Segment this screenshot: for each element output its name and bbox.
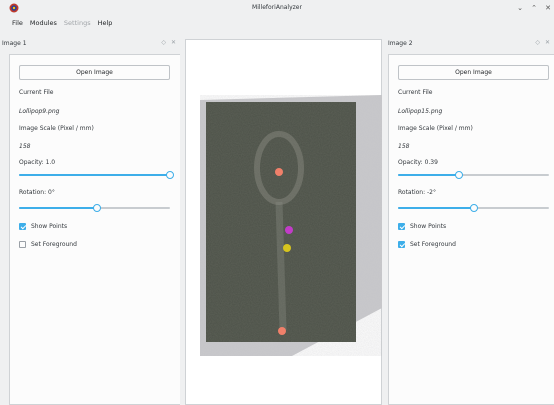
image2-show-points-checkbox[interactable]: Show Points [398,222,446,230]
image1-opacity-handle[interactable] [166,171,174,179]
menu-bar: File Modules Settings Help [0,16,554,30]
image2-rotation-label: Rotation: -2° [398,189,437,196]
image2-open-image-button[interactable]: Open Image [398,65,549,80]
menu-modules[interactable]: Modules [30,19,57,27]
image1-set-foreground-checkbox[interactable]: Set Foreground [19,240,77,248]
window-title: MilleforiAnalyzer [252,4,302,11]
image1-scale-value: 158 [19,143,31,150]
image2-opacity-label: Opacity: 0.39 [398,159,438,166]
checkbox-icon[interactable] [398,222,405,230]
image1-rotation-handle[interactable] [92,204,101,212]
point-marker[interactable] [283,244,291,252]
close-icon[interactable]: ✕ [545,39,550,46]
image2-panel: Open Image Current File Lollipop15.png I… [388,54,554,405]
minimize-icon[interactable]: ⌄ [516,3,524,13]
image2-set-foreground-checkbox[interactable]: Set Foreground [398,240,456,248]
menu-settings: Settings [63,19,91,27]
point-marker[interactable] [285,226,293,234]
image1-dock-buttons: ◇ ✕ [161,39,176,46]
image1-current-file-label: Current File [19,89,54,96]
image1-scale-label: Image Scale (Pixel / mm) [19,125,94,132]
image2-set-foreground-label: Set Foreground [410,240,456,248]
point-marker[interactable] [278,327,286,335]
image1-rotation-label: Rotation: 0° [19,189,55,196]
image1-dock-header: Image 1 ◇ ✕ [0,39,180,50]
image1-dock: Image 1 ◇ ✕ Open Image Current File Loll… [0,37,180,405]
title-bar: MilleforiAnalyzer ⌄ ⌃ ✕ [0,0,554,16]
image2-show-points-label: Show Points [410,222,447,230]
image1-show-points-label: Show Points [31,222,68,230]
image2-dock-buttons: ◇ ✕ [535,39,550,46]
image2-current-file-value: Lollipop15.png [398,108,443,115]
image2-rotation-slider[interactable] [398,204,549,212]
menu-help[interactable]: Help [98,19,113,27]
point-marker[interactable] [275,168,283,176]
image1-opacity-label: Opacity: 1.0 [19,159,56,166]
image2-current-file-label: Current File [398,89,433,96]
overlay-canvas [200,95,382,356]
image1-rotation-slider[interactable] [19,204,170,212]
float-icon[interactable]: ◇ [161,39,166,46]
float-icon[interactable]: ◇ [535,39,540,46]
image1-open-image-button[interactable]: Open Image [19,65,170,80]
image1-dock-title: Image 1 [2,40,27,47]
image1-current-file-value: Lollipop9.png [19,108,60,115]
image1-panel: Open Image Current File Lollipop9.png Im… [9,54,180,405]
menu-file[interactable]: File [12,19,23,27]
image2-dock-header: Image 2 ◇ ✕ [386,39,554,50]
checkbox-icon[interactable] [19,240,26,248]
image2-rotation-handle[interactable] [470,204,479,212]
image2-scale-label: Image Scale (Pixel / mm) [398,125,473,132]
image2-opacity-slider[interactable] [398,171,549,179]
image2-dock: Image 2 ◇ ✕ Open Image Current File Loll… [386,37,554,405]
image1-show-points-checkbox[interactable]: Show Points [19,222,67,230]
overlay-view[interactable] [185,39,382,405]
close-icon[interactable]: ✕ [171,39,176,46]
window-controls: ⌄ ⌃ ✕ [516,3,552,13]
image1-set-foreground-label: Set Foreground [31,240,77,248]
image2-scale-value: 158 [398,143,410,150]
checkbox-icon[interactable] [398,240,405,248]
image2-dock-title: Image 2 [388,40,413,47]
close-icon[interactable]: ✕ [544,3,552,13]
image2-opacity-handle[interactable] [455,171,464,179]
checkbox-icon[interactable] [19,222,26,230]
maximize-icon[interactable]: ⌃ [530,3,538,13]
image1-opacity-slider[interactable] [19,171,174,179]
